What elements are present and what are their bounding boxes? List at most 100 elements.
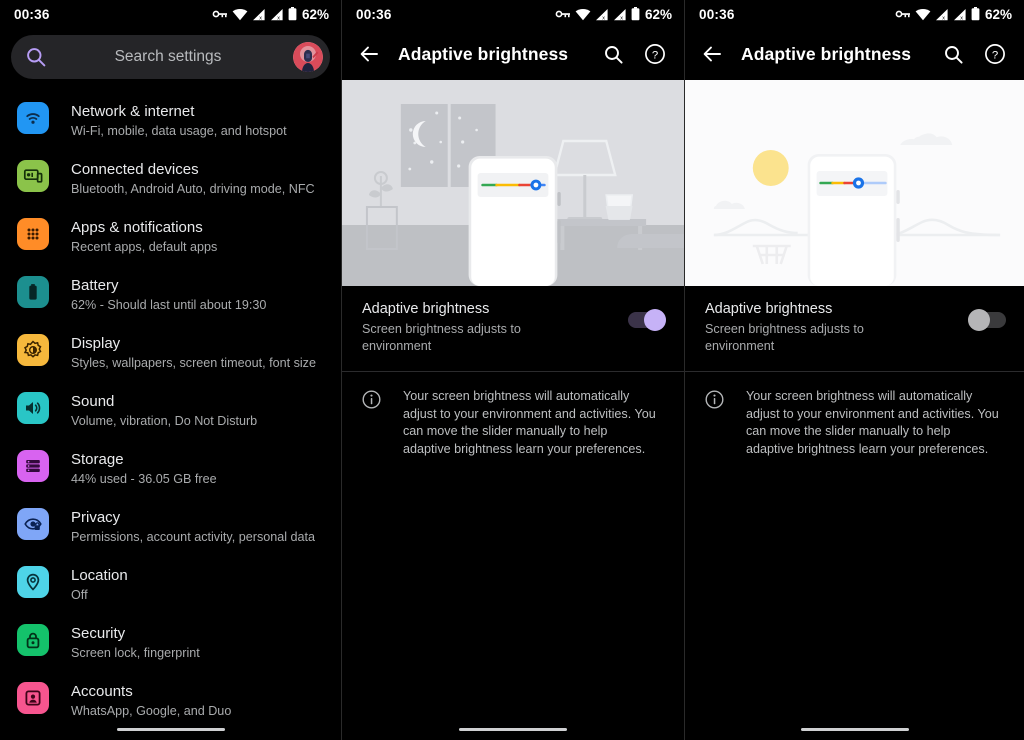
info-circle-icon [362, 390, 381, 409]
back-arrow-icon[interactable] [697, 39, 727, 69]
sidebar-item-title: Location [71, 566, 128, 584]
sidebar-item-text: Connected devices Bluetooth, Android Aut… [71, 159, 315, 198]
sidebar-item-security[interactable]: Security Screen lock, fingerprint [0, 613, 341, 671]
info-text: Your screen brightness will automaticall… [403, 389, 656, 456]
search-bar[interactable]: Search settings [11, 35, 330, 79]
settings-icon-tile [17, 391, 49, 424]
status-bar-icons: x x 62% [212, 7, 329, 22]
signal-no-sim-icon-2: x [270, 8, 284, 21]
app-bar-actions: ? [938, 39, 1010, 69]
battery-icon [971, 7, 980, 21]
toggle-row-subtitle: Screen brightness adjusts to environment [362, 322, 521, 353]
sidebar-item-subtitle: Permissions, account activity, personal … [71, 529, 316, 544]
sidebar-item-title: Accounts [71, 682, 133, 700]
info-block: Your screen brightness will automaticall… [342, 372, 684, 458]
sidebar-item-subtitle: 62% - Should last until about 19:30 [71, 297, 267, 312]
sidebar-item-connected-devices[interactable]: Connected devices Bluetooth, Android Aut… [0, 149, 341, 207]
status-bar-clock: 00:36 [14, 6, 50, 22]
multi-panel-screenshot: 00:36 x x 62% Search settings Network & … [0, 0, 1024, 740]
settings-icon-tile [17, 565, 49, 598]
info-circle-icon [705, 390, 724, 409]
app-bar-actions: ? [598, 39, 670, 69]
sidebar-item-network-internet[interactable]: Network & internet Wi-Fi, mobile, data u… [0, 91, 341, 149]
sidebar-item-subtitle: Off [71, 587, 88, 602]
status-bar: 00:36 x x 62% [342, 0, 684, 28]
status-bar: 00:36 x x 62% [685, 0, 1024, 28]
sidebar-item-title: Sound [71, 392, 115, 410]
sidebar-item-storage[interactable]: Storage 44% used - 36.05 GB free [0, 439, 341, 497]
svg-text:x: x [277, 15, 280, 21]
settings-list: Network & internet Wi-Fi, mobile, data u… [0, 91, 341, 729]
app-bar: Adaptive brightness ? [342, 28, 684, 80]
vpn-key-icon [555, 8, 571, 20]
page-title: Adaptive brightness [398, 43, 569, 64]
sidebar-item-subtitle: Bluetooth, Android Auto, driving mode, N… [71, 181, 315, 196]
switch-knob [644, 309, 666, 331]
signal-no-sim-icon-2: x [613, 8, 627, 21]
toggle-row-title: Adaptive brightness [362, 301, 490, 317]
settings-icon-tile [17, 217, 49, 250]
sidebar-item-privacy[interactable]: Privacy Permissions, account activity, p… [0, 497, 341, 555]
signal-no-sim-icon: x [252, 8, 266, 21]
battery-icon [288, 7, 297, 21]
sidebar-item-text: Privacy Permissions, account activity, p… [71, 507, 315, 546]
lock-icon [26, 632, 40, 648]
sidebar-item-battery[interactable]: Battery 62% - Should last until about 19… [0, 265, 341, 323]
avatar[interactable] [293, 42, 323, 72]
svg-text:x: x [259, 15, 262, 21]
adaptive-brightness-switch[interactable] [628, 309, 666, 331]
status-bar-icons: x x 62% [555, 7, 672, 22]
adaptive-brightness-panel-on: 00:36 x x 62% Adaptive brightness ? Adap… [341, 0, 684, 740]
wifi-icon [915, 8, 931, 21]
adaptive-brightness-toggle-row[interactable]: Adaptive brightness Screen brightness ad… [342, 286, 684, 371]
sidebar-item-title: Network & internet [71, 102, 195, 120]
switch-knob [968, 309, 990, 331]
gesture-nav-pill[interactable] [116, 727, 225, 731]
sidebar-item-subtitle: Volume, vibration, Do Not Disturb [71, 413, 258, 428]
battery-icon [29, 283, 37, 300]
back-arrow-icon[interactable] [354, 39, 384, 69]
help-circle-icon[interactable]: ? [980, 39, 1010, 69]
sidebar-item-title: Connected devices [71, 160, 199, 178]
settings-icon-tile [17, 333, 49, 366]
sidebar-item-text: Location Off [71, 565, 128, 604]
svg-text:x: x [960, 15, 963, 21]
battery-percent-label: 62% [644, 6, 672, 22]
sidebar-item-sound[interactable]: Sound Volume, vibration, Do Not Disturb [0, 381, 341, 439]
sidebar-item-subtitle: Styles, wallpapers, screen timeout, font… [71, 355, 316, 370]
sidebar-item-subtitle: Screen lock, fingerprint [71, 645, 200, 660]
wifi-icon [26, 112, 40, 124]
status-bar: 00:36 x x 62% [0, 0, 341, 28]
search-icon[interactable] [598, 39, 628, 69]
gesture-nav-pill[interactable] [459, 727, 567, 731]
settings-icon-tile [17, 449, 49, 482]
sidebar-item-display[interactable]: Display Styles, wallpapers, screen timeo… [0, 323, 341, 381]
adaptive-brightness-panel-off: 00:36 x x 62% Adaptive brightness ? Adap… [684, 0, 1024, 740]
battery-percent-label: 62% [301, 6, 329, 22]
search-input[interactable]: Search settings [47, 48, 293, 66]
signal-no-sim-icon: x [595, 8, 609, 21]
sidebar-item-subtitle: WhatsApp, Google, and Duo [71, 703, 232, 718]
settings-icon-tile [17, 159, 49, 192]
sidebar-item-accounts[interactable]: Accounts WhatsApp, Google, and Duo [0, 671, 341, 729]
settings-icon-tile [17, 275, 49, 308]
adaptive-brightness-switch[interactable] [968, 309, 1006, 331]
settings-icon-tile [17, 507, 49, 540]
settings-icon-tile [17, 101, 49, 134]
sidebar-item-location[interactable]: Location Off [0, 555, 341, 613]
sidebar-item-text: Storage 44% used - 36.05 GB free [71, 449, 217, 488]
night-bedroom-illustration [342, 80, 684, 286]
wifi-icon [575, 8, 591, 21]
cast-devices-icon [23, 168, 43, 183]
battery-percent-label: 62% [984, 6, 1012, 22]
sidebar-item-apps-notifications[interactable]: Apps & notifications Recent apps, defaul… [0, 207, 341, 265]
info-text: Your screen brightness will automaticall… [746, 389, 999, 456]
help-circle-icon[interactable]: ? [640, 39, 670, 69]
sidebar-item-text: Accounts WhatsApp, Google, and Duo [71, 681, 231, 720]
gesture-nav-pill[interactable] [800, 727, 909, 731]
adaptive-brightness-toggle-row[interactable]: Adaptive brightness Screen brightness ad… [685, 286, 1024, 371]
storage-list-icon [26, 459, 40, 472]
eye-lock-icon [24, 517, 42, 530]
signal-no-sim-icon: x [935, 8, 949, 21]
search-icon[interactable] [938, 39, 968, 69]
